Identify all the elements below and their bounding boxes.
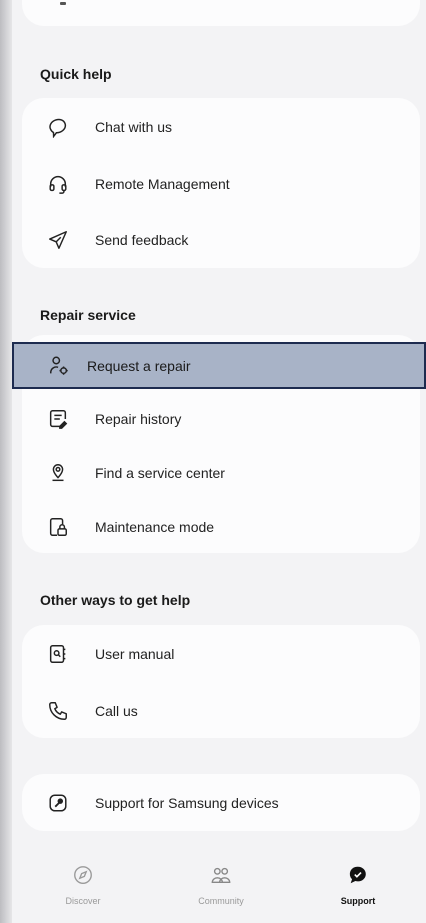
repair-service-title: Repair service [40, 307, 136, 323]
user-manual-label: User manual [95, 646, 175, 662]
remote-management-label: Remote Management [95, 176, 230, 192]
phone-lock-icon [46, 515, 70, 539]
headset-icon [46, 172, 70, 196]
samsung-support-label: Support for Samsung devices [95, 795, 279, 811]
chat-with-us-label: Chat with us [95, 119, 173, 135]
send-feedback-item[interactable]: Send feedback [22, 212, 420, 268]
nav-support[interactable]: Support [308, 860, 408, 920]
nav-discover[interactable]: Discover [33, 860, 133, 920]
remote-management-item[interactable]: Remote Management [22, 156, 420, 212]
find-service-center-label: Find a service center [95, 465, 225, 481]
top-partial-card [22, 0, 420, 26]
send-feedback-label: Send feedback [95, 232, 189, 248]
call-us-label: Call us [95, 703, 138, 719]
paper-plane-icon [46, 228, 70, 252]
call-us-item[interactable]: Call us [22, 683, 420, 739]
person-gear-icon [47, 354, 71, 378]
repair-history-label: Repair history [95, 411, 182, 427]
nav-support-label: Support [340, 896, 376, 906]
manual-book-icon [46, 642, 70, 666]
document-edit-icon [46, 407, 70, 431]
quick-help-title: Quick help [40, 66, 112, 82]
request-repair-item[interactable]: Request a repair [12, 342, 426, 389]
nav-community-label: Community [198, 896, 244, 906]
quick-help-card: Chat with us Remote Management Send feed… [22, 98, 420, 268]
compass-icon [72, 864, 94, 891]
chat-with-us-item[interactable]: Chat with us [22, 99, 420, 155]
other-help-title: Other ways to get help [40, 592, 191, 608]
wrench-icon [46, 791, 70, 815]
phone-icon [46, 699, 70, 723]
request-repair-label: Request a repair [87, 357, 191, 374]
other-help-card: User manual Call us [22, 625, 420, 738]
samsung-support-item[interactable]: Support for Samsung devices [22, 775, 420, 831]
support-chat-icon [347, 864, 369, 891]
repair-history-item[interactable]: Repair history [22, 391, 420, 447]
left-edge-shade [0, 0, 12, 923]
nav-discover-label: Discover [65, 896, 101, 906]
find-service-center-item[interactable]: Find a service center [22, 445, 420, 501]
partial-item-icon [60, 2, 66, 5]
nav-community[interactable]: Community [171, 860, 271, 920]
chat-bubble-icon [46, 115, 70, 139]
support-screen: Quick help Chat with us Remote Managemen… [12, 0, 426, 923]
samsung-support-card: Support for Samsung devices [22, 774, 420, 831]
location-pin-icon [46, 461, 70, 485]
maintenance-mode-label: Maintenance mode [95, 519, 215, 535]
maintenance-mode-item[interactable]: Maintenance mode [22, 499, 420, 555]
people-icon [210, 864, 232, 891]
bottom-nav: Discover Community Support [12, 860, 426, 923]
user-manual-item[interactable]: User manual [22, 626, 420, 682]
